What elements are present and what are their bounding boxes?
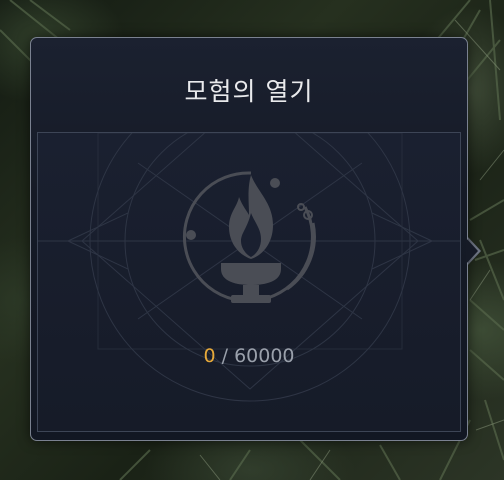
progress-max: 60000 (234, 345, 295, 367)
emblem-frame: 0 / 60000 (37, 132, 461, 432)
progress-current: 0 (203, 345, 216, 367)
tooltip-pointer-fill (466, 238, 478, 264)
flame-brazier-icon (182, 171, 316, 303)
tooltip-title: 모험의 열기 (184, 77, 314, 106)
progress-counter: 0 / 60000 (38, 345, 460, 367)
tooltip-panel: 모험의 열기 0 / 60000 (30, 37, 468, 441)
progress-separator: / (221, 345, 229, 367)
